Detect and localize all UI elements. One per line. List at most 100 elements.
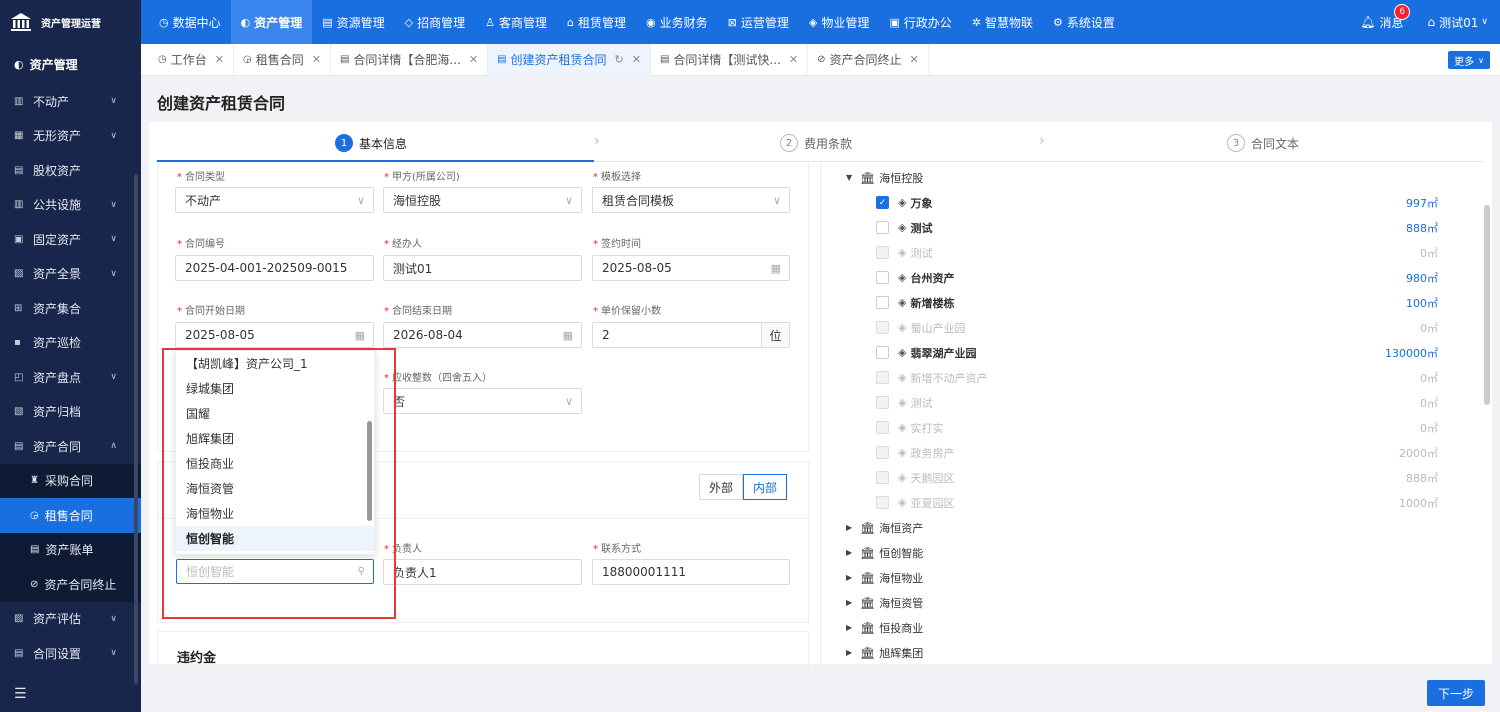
handler-input[interactable]: 测试01 — [383, 255, 582, 281]
end-date-picker[interactable]: 2026-08-04 ▦ — [383, 322, 582, 348]
sign-date-label: * 签约时间 — [593, 239, 641, 250]
external-button[interactable]: 外部 — [699, 474, 744, 500]
close-icon[interactable]: ✕ — [789, 53, 798, 66]
sidebar-subitem-bills[interactable]: ▤ 资产账单 — [0, 532, 141, 567]
sidebar-header[interactable]: ◐ 资产管理 — [0, 44, 141, 84]
menu-finance[interactable]: ◉ 业务财务 — [636, 0, 718, 44]
checkbox[interactable] — [876, 346, 889, 359]
menu-operations[interactable]: ⊠ 运营管理 — [718, 0, 799, 44]
tab-contract-detail-test[interactable]: ▤ 合同详情【测试快... ✕ — [651, 43, 809, 76]
close-icon[interactable]: ✕ — [910, 53, 919, 66]
tab-lease-sale[interactable]: ◶ 租售合同 ✕ — [234, 43, 331, 76]
start-date-picker[interactable]: 2025-08-05 ▦ — [175, 322, 374, 348]
party-a-select[interactable]: 海恒控股 ∨ — [383, 187, 582, 213]
app-logo[interactable]: 资产管理运营 — [0, 0, 141, 44]
next-step-button[interactable]: 下一步 — [1427, 680, 1485, 706]
leaf-area: 0㎡ — [1420, 396, 1438, 410]
dropdown-option[interactable]: 国耀 — [176, 401, 374, 426]
owner-input[interactable]: 负责人1 — [383, 559, 582, 585]
checkbox[interactable] — [876, 221, 889, 234]
chevron-down-icon: ∨ — [1481, 17, 1488, 27]
contract-type-select[interactable]: 不动产 ∨ — [175, 187, 374, 213]
dropdown-option[interactable]: 海恒资管 — [176, 476, 374, 501]
tree-node[interactable]: ▶ 🏛︎ 海恒资产 — [846, 515, 923, 540]
sidebar-item-equity[interactable]: ▤ 股权资产 — [0, 153, 141, 188]
tree-leaf[interactable]: ◈ 新增楼栋 100㎡ — [876, 290, 1438, 315]
step-label: 合同文本 — [1251, 136, 1300, 151]
rounding-select[interactable]: 否 ∨ — [383, 388, 582, 414]
sidebar-item-public-facilities[interactable]: ▥ 公共设施 ∨ — [0, 188, 141, 223]
menu-data-center[interactable]: ◷ 数据中心 — [149, 0, 231, 44]
decimals-input[interactable]: 2位 — [592, 322, 790, 348]
tree-node[interactable]: ▶ 🏛︎ 海恒物业 — [846, 565, 923, 590]
dropdown-option[interactable]: 【胡凯峰】资产公司_1 — [176, 351, 374, 376]
menu-settings[interactable]: ⚙ 系统设置 — [1043, 0, 1125, 44]
sidebar-subitem-purchase[interactable]: ♜ 采购合同 — [0, 463, 141, 498]
tree-leaf[interactable]: ◈ 测试 888㎡ — [876, 215, 1438, 240]
sidebar-subitem-lease-sale[interactable]: ◶ 租售合同 — [0, 498, 141, 533]
close-icon[interactable]: ✕ — [632, 53, 641, 66]
checkbox-checked[interactable]: ✓ — [876, 196, 889, 209]
tab-create-lease[interactable]: ▤ 创建资产租赁合同 ↻ ✕ — [488, 43, 651, 76]
refresh-icon[interactable]: ↻ — [615, 53, 624, 66]
dropdown-option[interactable]: 恒投商业 — [176, 451, 374, 476]
sidebar-subitem-termination[interactable]: ⊘ 资产合同终止 — [0, 567, 141, 602]
sidebar-item-archive[interactable]: ▧ 资产归档 — [0, 395, 141, 430]
tree-leaf[interactable]: ◈ 翡翠湖产业园 130000㎡ — [876, 340, 1438, 365]
tree-scrollbar[interactable] — [1484, 205, 1490, 405]
tab-contract-detail-hefei[interactable]: ▤ 合同详情【合肥海... ✕ — [331, 43, 489, 76]
menu-investment[interactable]: ◇ 招商管理 — [395, 0, 475, 44]
dropdown-option-selected[interactable]: 恒创智能 — [176, 526, 374, 551]
contact-input[interactable]: 18800001111 — [592, 559, 790, 585]
menu-asset-management[interactable]: ◐ 资产管理 — [230, 0, 313, 44]
sidebar-item-contract-settings[interactable]: ▤ 合同设置 ∨ — [0, 636, 141, 671]
close-icon[interactable]: ✕ — [312, 53, 321, 66]
sidebar-item-evaluation[interactable]: ▨ 资产评估 ∨ — [0, 602, 141, 637]
tree-node[interactable]: ▶ 🏛︎ 恒投商业 — [846, 615, 923, 640]
gear-icon: ⚙ — [1053, 15, 1063, 29]
step-basic-info[interactable]: 1 基本信息 — [335, 134, 407, 152]
dropdown-option[interactable]: 海恒物业 — [176, 501, 374, 526]
tab-termination[interactable]: ⊘ 资产合同终止 ✕ — [808, 43, 929, 76]
dropdown-option[interactable]: 旭辉集团 — [176, 426, 374, 451]
sidebar-item-intangible[interactable]: ▦ 无形资产 ∨ — [0, 119, 141, 154]
tree-node-root[interactable]: ▼ 🏛︎ 海恒控股 — [846, 165, 923, 190]
more-tabs-button[interactable]: 更多 ∨ — [1448, 51, 1490, 69]
sidebar-scrollbar[interactable] — [134, 174, 138, 684]
menu-office[interactable]: ▣ 行政办公 — [879, 0, 961, 44]
tab-workbench[interactable]: ◷ 工作台 ✕ — [149, 43, 234, 76]
sidebar-item-collection[interactable]: ⊞ 资产集合 — [0, 291, 141, 326]
sidebar-item-asset-contracts[interactable]: ▤ 资产合同 ∧ — [0, 429, 141, 464]
sidebar-item-real-estate[interactable]: ▥ 不动产 ∨ — [0, 84, 141, 119]
collapse-menu-icon[interactable]: ☰ — [14, 686, 27, 702]
company-search-input[interactable]: 恒创智能 ⚲ — [176, 559, 374, 584]
internal-button[interactable]: 内部 — [743, 474, 788, 500]
tree-leaf[interactable]: ✓ ◈ 万象 997㎡ — [876, 190, 1438, 215]
tree-leaf[interactable]: ◈ 台州资产 980㎡ — [876, 265, 1438, 290]
sidebar-item-panorama[interactable]: ▨ 资产全景 ∨ — [0, 257, 141, 292]
menu-property[interactable]: ◈ 物业管理 — [799, 0, 879, 44]
checkbox[interactable] — [876, 296, 889, 309]
tree-node[interactable]: ▶ 🏛︎ 旭辉集团 — [846, 640, 923, 665]
template-select[interactable]: 租赁合同模板 ∨ — [592, 187, 790, 213]
close-icon[interactable]: ✕ — [215, 53, 224, 66]
checkbox[interactable] — [876, 271, 889, 284]
dropdown-scrollbar[interactable] — [367, 421, 372, 521]
sign-date-picker[interactable]: 2025-08-05 ▦ — [592, 255, 790, 281]
close-icon[interactable]: ✕ — [469, 53, 478, 66]
tree-node[interactable]: ▶ 🏛︎ 恒创智能 — [846, 540, 923, 565]
menu-leasing[interactable]: ⌂ 租赁管理 — [557, 0, 636, 44]
menu-iot[interactable]: ✲ 智慧物联 — [962, 0, 1043, 44]
menu-customer[interactable]: ♙ 客商管理 — [475, 0, 557, 44]
tree-node[interactable]: ▶ 🏛︎ 海恒资管 — [846, 590, 923, 615]
dropdown-option[interactable]: 绿城集团 — [176, 376, 374, 401]
sidebar-item-fixed-assets[interactable]: ▣ 固定资产 ∨ — [0, 222, 141, 257]
step-contract-text[interactable]: 3 合同文本 — [1227, 134, 1299, 152]
menu-resource-management[interactable]: ▤ 资源管理 — [312, 0, 394, 44]
sidebar-item-stocktake[interactable]: ◰ 资产盘点 ∨ — [0, 360, 141, 395]
sidebar-item-inspection[interactable]: ▪ 资产巡检 — [0, 326, 141, 361]
user-menu[interactable]: ⌂ 测试01 ∨ — [1428, 14, 1489, 31]
step-fee-terms[interactable]: 2 费用条款 — [780, 134, 852, 152]
contract-no-input[interactable]: 2025-04-001-202509-0015 — [175, 255, 374, 281]
messages-button[interactable]: 🔔︎ 消息 6 — [1360, 3, 1411, 31]
